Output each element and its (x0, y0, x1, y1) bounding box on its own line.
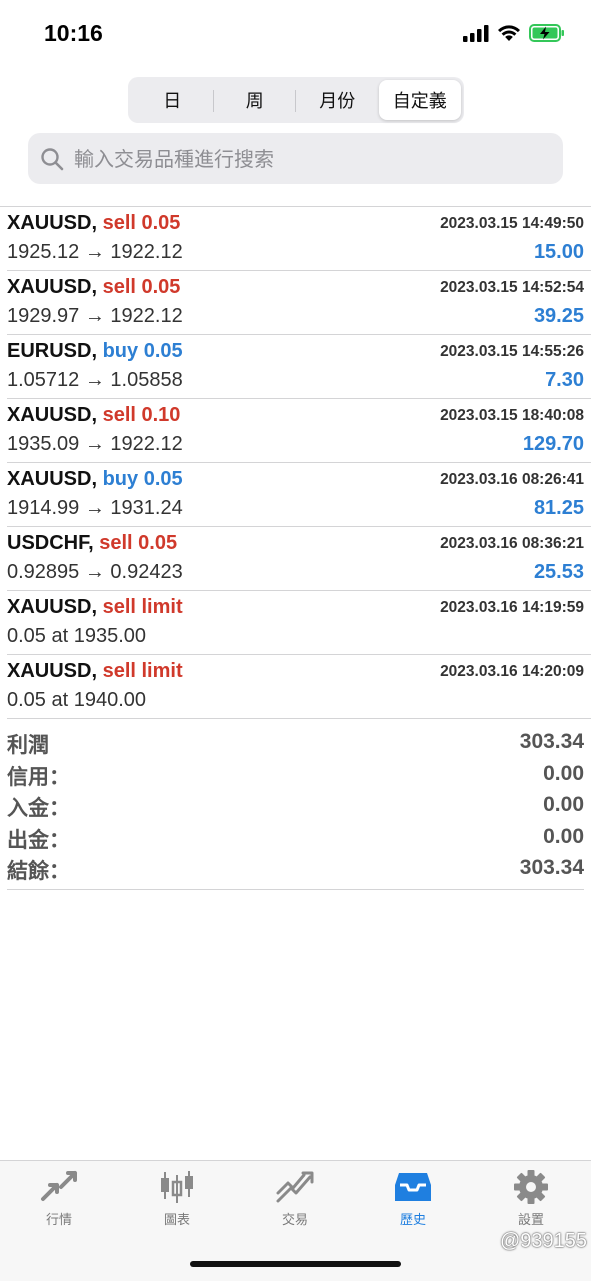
row-symbol: XAUUSD, (7, 404, 98, 426)
summary-label: 出金： (7, 827, 70, 852)
row-side: buy 0.05 (102, 468, 183, 490)
tab-trade[interactable]: 交易 (236, 1169, 354, 1239)
wifi-icon (498, 25, 520, 41)
history-inbox-icon (395, 1173, 431, 1201)
search-input[interactable] (72, 145, 546, 172)
row-prices: 1935.09 → 1922.12 (7, 433, 183, 455)
summary-label: 利潤 (7, 733, 49, 757)
gear-icon (514, 1170, 548, 1204)
row-time: 2023.03.15 18:40:08 (440, 407, 584, 424)
row-symbol: XAUUSD, (7, 212, 98, 234)
summary-balance-row: 結餘： 303.34 (7, 853, 584, 885)
row-profit: 81.25 (533, 497, 584, 519)
tab-label: 歷史 (399, 1213, 426, 1228)
tab-charts[interactable]: 圖表 (118, 1169, 236, 1239)
history-row[interactable]: XAUUSD, sell 0.05 2023.03.15 14:49:50 19… (7, 207, 591, 271)
history-row[interactable]: XAUUSD, sell limit 2023.03.16 14:19:59 0… (7, 591, 591, 655)
tab-label: 設置 (517, 1213, 544, 1228)
row-time: 2023.03.16 14:19:59 (440, 599, 584, 616)
history-row[interactable]: XAUUSD, buy 0.05 2023.03.16 08:26:41 191… (7, 463, 591, 527)
period-tab-week[interactable]: 周 (214, 80, 297, 120)
row-side: sell limit (102, 660, 183, 682)
row-profit: 39.25 (533, 305, 584, 327)
row-profit: 15.00 (533, 241, 584, 263)
row-prices: 1914.99 → 1931.24 (7, 497, 183, 519)
search-icon (41, 147, 64, 170)
row-side: sell 0.10 (102, 404, 181, 426)
row-order-detail: 0.05 at 1940.00 (7, 689, 147, 711)
row-side: sell 0.05 (102, 212, 181, 234)
row-side: sell limit (102, 596, 183, 618)
row-symbol: USDCHF, (7, 532, 94, 554)
history-row[interactable]: USDCHF, sell 0.05 2023.03.16 08:36:21 0.… (7, 527, 591, 591)
summary-value: 0.00 (543, 824, 584, 848)
trade-trend-icon (276, 1171, 314, 1203)
row-symbol: XAUUSD, (7, 596, 98, 618)
row-prices: 0.92895 → 0.92423 (7, 561, 183, 583)
history-row[interactable]: XAUUSD, sell 0.10 2023.03.15 18:40:08 19… (7, 399, 591, 463)
summary-withdrawal-row: 出金： 0.00 (7, 822, 584, 854)
battery-charging-icon (529, 24, 564, 42)
tab-label: 圖表 (163, 1213, 190, 1228)
account-summary: 利潤 303.34 信用： 0.00 入金： 0.00 出金： 0.00 結餘：… (7, 727, 584, 890)
row-order-detail: 0.05 at 1935.00 (7, 625, 147, 647)
history-row[interactable]: EURUSD, buy 0.05 2023.03.15 14:55:26 1.0… (7, 335, 591, 399)
row-side: buy 0.05 (102, 340, 183, 362)
tab-history[interactable]: 歷史 (354, 1169, 472, 1239)
row-profit: 7.30 (545, 369, 584, 391)
row-profit: 129.70 (522, 433, 584, 455)
row-symbol: XAUUSD, (7, 660, 98, 682)
row-side: sell 0.05 (99, 532, 178, 554)
status-time: 10:16 (44, 20, 103, 46)
row-symbol: XAUUSD, (7, 468, 98, 490)
row-time: 2023.03.15 14:52:54 (440, 279, 584, 296)
status-icons (463, 24, 565, 42)
summary-label: 結餘： (7, 859, 70, 883)
summary-deposit-row: 入金： 0.00 (7, 790, 584, 822)
search-bar[interactable] (28, 133, 563, 184)
row-time: 2023.03.15 14:49:50 (440, 215, 584, 232)
history-list: XAUUSD, sell 0.05 2023.03.15 14:49:50 19… (0, 206, 591, 719)
row-time: 2023.03.16 14:20:09 (440, 663, 584, 680)
summary-credit-row: 信用： 0.00 (7, 759, 584, 791)
status-bar: 10:16 (0, 0, 591, 70)
candlestick-chart-icon (161, 1171, 193, 1203)
summary-label: 信用： (7, 764, 70, 789)
row-symbol: XAUUSD, (7, 276, 98, 298)
summary-label: 入金： (7, 796, 70, 820)
tab-quotes[interactable]: 行情 (0, 1169, 118, 1239)
tab-label: 行情 (45, 1213, 72, 1228)
cellular-signal-icon (463, 24, 489, 42)
row-prices: 1929.97 → 1922.12 (7, 305, 183, 327)
summary-value: 0.00 (543, 793, 584, 816)
row-time: 2023.03.16 08:26:41 (440, 471, 584, 488)
row-profit: 25.53 (533, 561, 584, 583)
row-time: 2023.03.16 08:36:21 (440, 535, 584, 552)
row-prices: 1.05712 → 1.05858 (7, 369, 183, 391)
summary-value: 303.34 (519, 730, 584, 753)
history-row[interactable]: XAUUSD, sell limit 2023.03.16 14:20:09 0… (7, 655, 591, 719)
tab-settings[interactable]: 設置 (472, 1169, 590, 1239)
quotes-arrows-icon (41, 1171, 77, 1201)
period-tab-custom[interactable]: 自定義 (378, 80, 461, 120)
period-tab-day[interactable]: 日 (131, 80, 214, 120)
row-prices: 1925.12 → 1922.12 (7, 241, 183, 263)
row-symbol: EURUSD, (7, 340, 98, 362)
summary-value: 303.34 (519, 856, 584, 879)
period-tab-month[interactable]: 月份 (296, 80, 379, 120)
history-row[interactable]: XAUUSD, sell 0.05 2023.03.15 14:52:54 19… (7, 271, 591, 335)
row-time: 2023.03.15 14:55:26 (440, 343, 584, 360)
period-segmented-control: 日 周 月份 自定義 (128, 77, 464, 123)
summary-value: 0.00 (543, 761, 584, 785)
watermark: @939155 (499, 1230, 587, 1252)
home-indicator[interactable] (190, 1261, 401, 1267)
tab-label: 交易 (281, 1213, 308, 1228)
summary-profit-row: 利潤 303.34 (7, 727, 584, 759)
row-side: sell 0.05 (102, 276, 181, 298)
